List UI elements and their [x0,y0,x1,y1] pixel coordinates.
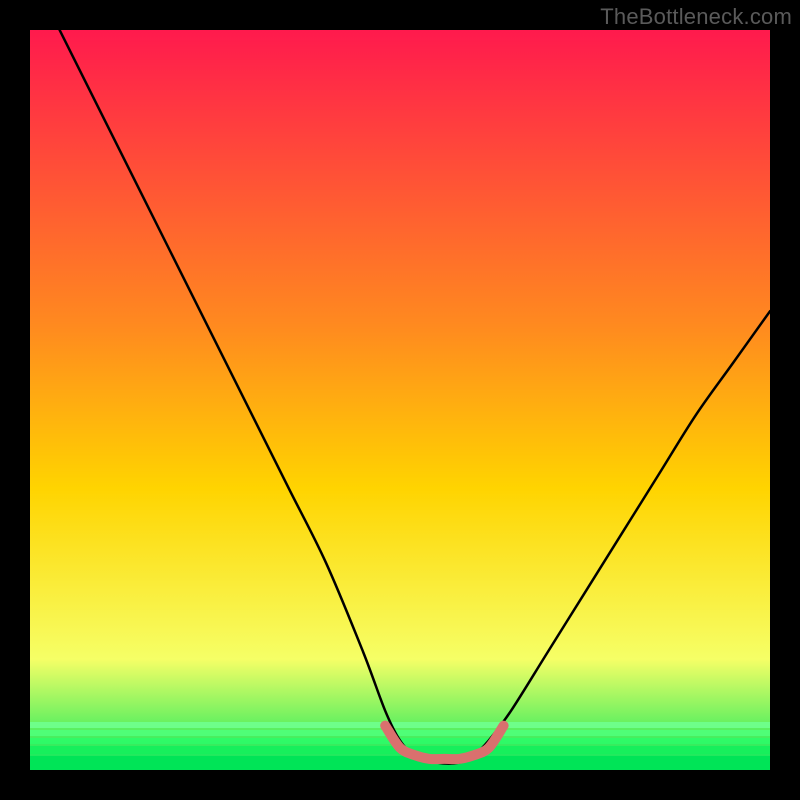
chart-frame: TheBottleneck.com [0,0,800,800]
gradient-background [30,30,770,770]
plot-area [30,30,770,770]
chart-svg [30,30,770,770]
watermark-text: TheBottleneck.com [600,4,792,30]
